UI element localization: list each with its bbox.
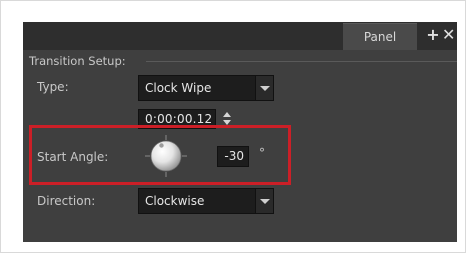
direction-value: Clockwise [145,194,205,208]
panel-titlebar: Panel + ✕ [23,22,457,50]
close-icon[interactable]: ✕ [442,27,456,43]
type-dropdown-button[interactable] [255,76,273,100]
type-label: Type: [37,80,69,94]
section-divider [146,61,457,62]
type-dropdown[interactable]: Clock Wipe [138,75,274,101]
start-angle-highlight [29,125,291,185]
chevron-down-icon [260,86,270,91]
direction-dropdown[interactable]: Clockwise [138,188,274,214]
type-value: Clock Wipe [145,81,212,95]
direction-dropdown-button[interactable] [255,189,273,213]
spin-up-icon[interactable] [223,112,231,117]
section-title: Transition Setup: [29,54,126,68]
tab-panel[interactable]: Panel [343,23,417,50]
chevron-down-icon [260,199,270,204]
plus-icon[interactable]: + [425,27,441,43]
screenshot-frame: Panel + ✕ Transition Setup: Type: Clock … [0,0,466,253]
direction-label: Direction: [37,194,96,208]
